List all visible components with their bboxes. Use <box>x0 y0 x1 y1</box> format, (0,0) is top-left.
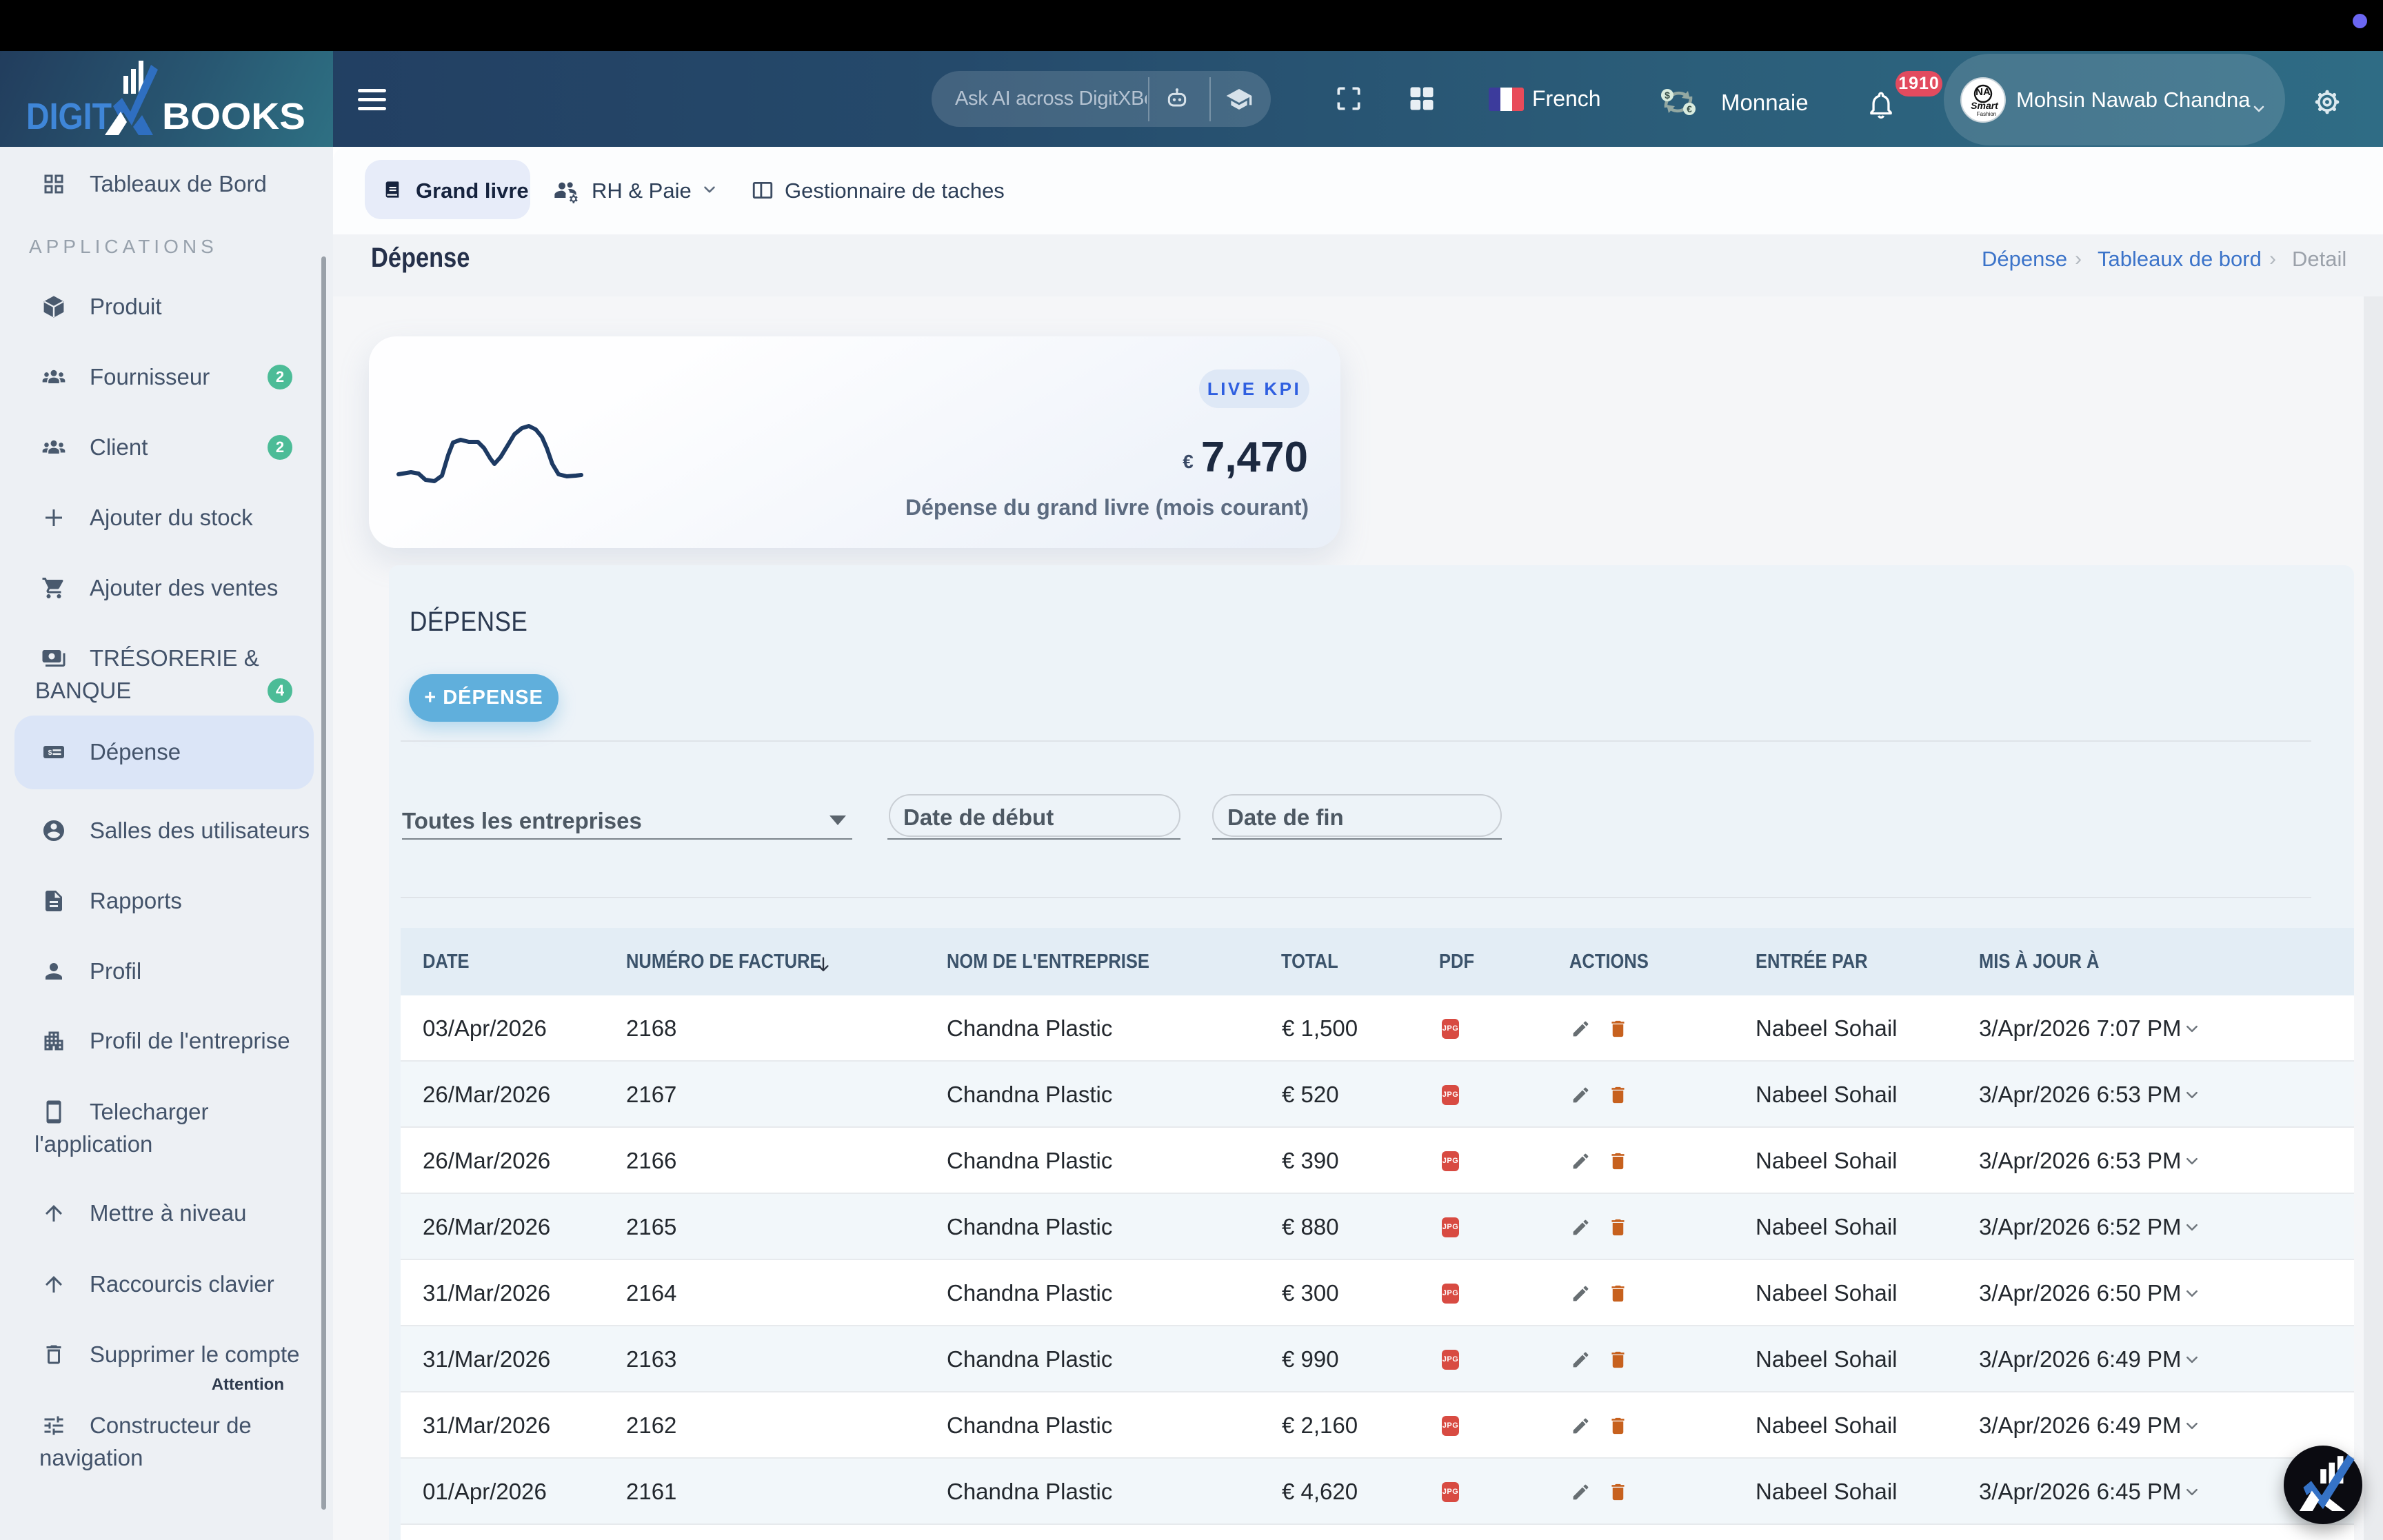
svg-text:€: € <box>1687 103 1692 114</box>
svg-text:BOOKS: BOOKS <box>162 96 305 137</box>
svg-text:$: $ <box>48 749 52 757</box>
svg-text:Smart: Smart <box>1971 100 1999 111</box>
svg-text:DIGIT: DIGIT <box>26 96 112 137</box>
svg-text:Fashion: Fashion <box>1977 111 1996 117</box>
svg-text:$: $ <box>1665 90 1670 101</box>
